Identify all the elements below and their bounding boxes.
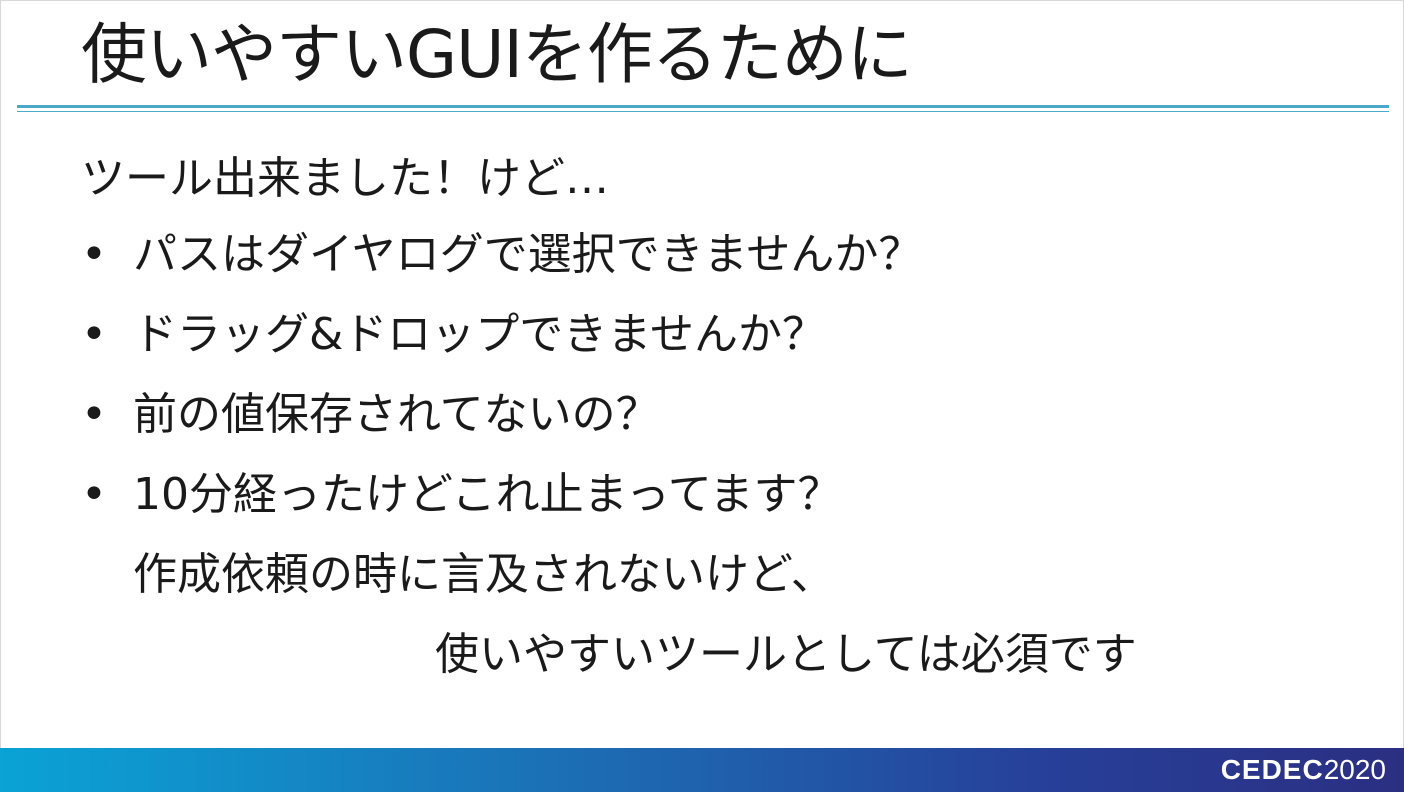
bullet-text: パスはダイヤログで選択できませんか？ xyxy=(133,229,923,280)
cedec-logo: CEDEC2020 xyxy=(1221,754,1386,786)
title-underline-thin xyxy=(17,111,1389,112)
logo-year: 2020 xyxy=(1323,754,1386,785)
bullet-item: • 前の値保存されてないの？ xyxy=(81,387,660,443)
bullet-dot: • xyxy=(81,229,107,280)
bullet-item: • 10分経ったけどこれ止まってます？ xyxy=(81,467,842,523)
footer-bar: CEDEC2020 xyxy=(0,748,1404,792)
bullet-dot: • xyxy=(81,309,107,360)
bullet-item: • ドラッグ&ドロップできませんか？ xyxy=(81,307,826,363)
note-line-2: 使いやすいツールとしては必須です xyxy=(435,629,1137,680)
slide-title: 使いやすいGUIを作るために xyxy=(81,16,913,93)
bullet-text: ドラッグ&ドロップできませんか？ xyxy=(133,309,826,360)
title-underline-thick xyxy=(17,105,1389,108)
logo-word: CEDEC xyxy=(1220,754,1324,785)
bullet-item: • パスはダイヤログで選択できませんか？ xyxy=(81,227,922,283)
slide: 使いやすいGUIを作るために ツール出来ました！けど… • パスはダイヤログで選択… xyxy=(0,0,1404,792)
bullet-dot: • xyxy=(81,469,107,520)
note-line-1: 作成依頼の時に言及されないけど、 xyxy=(133,549,835,600)
bullet-text: 10分経ったけどこれ止まってます？ xyxy=(133,469,842,520)
bullet-text: 前の値保存されてないの？ xyxy=(133,389,660,440)
intro-text: ツール出来ました！けど… xyxy=(81,153,609,204)
bullet-dot: • xyxy=(81,389,107,440)
